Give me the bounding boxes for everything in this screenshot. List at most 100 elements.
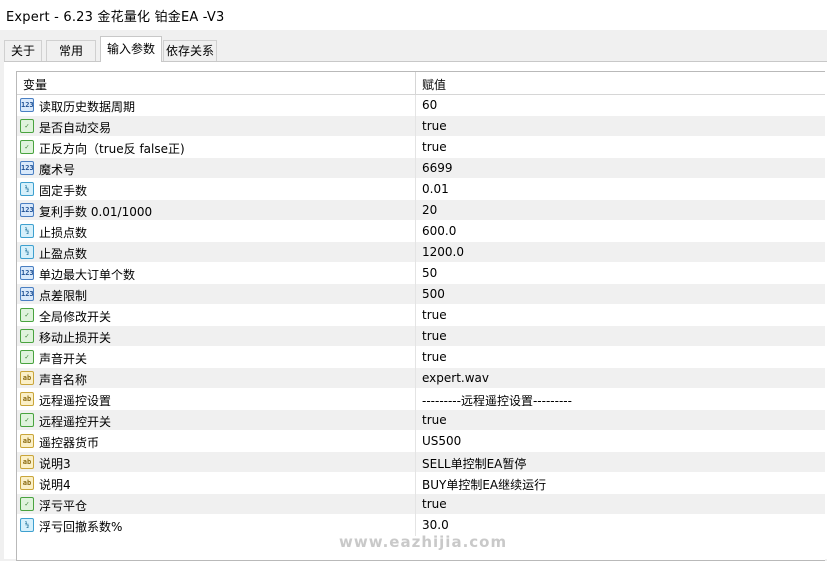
parameter-value[interactable]: 20 — [422, 203, 437, 217]
table-row[interactable]: ✓ 远程遥控开关 true — [17, 410, 825, 431]
table-row[interactable]: ab 说明3 SELL单控制EA暂停 — [17, 452, 825, 473]
parameter-name: 遥控器货币 — [39, 436, 100, 450]
parameter-name: 止盈点数 — [39, 247, 88, 261]
parameter-name: 止损点数 — [39, 226, 88, 240]
double-type-icon: ½ — [20, 224, 34, 238]
parameter-value[interactable]: expert.wav — [422, 371, 489, 385]
string-type-icon: ab — [20, 476, 34, 490]
int-type-icon: 123 — [20, 98, 34, 112]
int-type-icon: 123 — [20, 203, 34, 217]
bool-type-icon: ✓ — [20, 308, 34, 322]
tab-common[interactable]: 常用 — [46, 40, 96, 61]
parameter-value[interactable]: 0.01 — [422, 182, 449, 196]
table-row[interactable]: ✓ 声音开关 true — [17, 347, 825, 368]
parameter-name: 全局修改开关 — [39, 310, 112, 324]
int-type-icon: 123 — [20, 161, 34, 175]
table-row[interactable]: ✓ 正反方向（true反 false正) true — [17, 137, 825, 158]
cell-divider — [415, 326, 416, 347]
table-row[interactable]: ab 遥控器货币 US500 — [17, 431, 825, 452]
parameter-name: 声音名称 — [39, 373, 88, 387]
parameter-value[interactable]: 60 — [422, 98, 437, 112]
tab-about[interactable]: 关于 — [4, 40, 42, 61]
parameter-value[interactable]: true — [422, 497, 447, 511]
bool-type-icon: ✓ — [20, 497, 34, 511]
parameter-name: 复利手数 0.01/1000 — [39, 205, 153, 219]
parameter-value[interactable]: 500 — [422, 287, 445, 301]
cell-divider — [415, 368, 416, 389]
table-row[interactable]: ab 远程遥控设置 ---------远程遥控设置--------- — [17, 389, 825, 410]
parameter-name: 远程遥控开关 — [39, 415, 112, 429]
column-header-value[interactable]: 赋值 — [422, 76, 446, 93]
parameter-value[interactable]: true — [422, 350, 447, 364]
string-type-icon: ab — [20, 455, 34, 469]
table-row[interactable]: 123 单边最大订单个数 50 — [17, 263, 825, 284]
parameter-value[interactable]: 50 — [422, 266, 437, 280]
tab-panel: 变量 赋值 123 读取历史数据周期 60 ✓ 是否自动交易 true ✓ 正反方向（true… — [4, 61, 827, 561]
cell-divider — [415, 242, 416, 263]
tab-bar: 关于 常用 输入参数 依存关系 — [0, 36, 827, 62]
cell-divider — [415, 200, 416, 221]
bool-type-icon: ✓ — [20, 119, 34, 133]
parameter-value[interactable]: true — [422, 119, 447, 133]
parameters-table: 变量 赋值 123 读取历史数据周期 60 ✓ 是否自动交易 true ✓ 正反方向（true… — [16, 71, 825, 561]
table-body: 123 读取历史数据周期 60 ✓ 是否自动交易 true ✓ 正反方向（true反 fals… — [17, 95, 825, 536]
cell-divider — [415, 494, 416, 515]
cell-divider — [415, 137, 416, 158]
table-header: 变量 赋值 — [17, 72, 825, 95]
parameter-value[interactable]: 1200.0 — [422, 245, 464, 259]
cell-divider — [415, 305, 416, 326]
parameter-value[interactable]: true — [422, 308, 447, 322]
table-row[interactable]: ab 说明4 BUY单控制EA继续运行 — [17, 473, 825, 494]
parameter-name: 说明3 — [39, 457, 71, 471]
parameter-name: 魔术号 — [39, 163, 76, 177]
cell-divider — [415, 95, 416, 116]
parameter-name: 读取历史数据周期 — [39, 100, 136, 114]
bool-type-icon: ✓ — [20, 140, 34, 154]
parameter-value[interactable]: true — [422, 140, 447, 154]
table-row[interactable]: 123 点差限制 500 — [17, 284, 825, 305]
parameter-name: 是否自动交易 — [39, 121, 112, 135]
table-row[interactable]: 123 读取历史数据周期 60 — [17, 95, 825, 116]
cell-divider — [415, 179, 416, 200]
parameter-value[interactable]: SELL单控制EA暂停 — [422, 455, 526, 472]
table-row[interactable]: ½ 止损点数 600.0 — [17, 221, 825, 242]
table-row[interactable]: ½ 固定手数 0.01 — [17, 179, 825, 200]
table-row[interactable]: ½ 止盈点数 1200.0 — [17, 242, 825, 263]
bool-type-icon: ✓ — [20, 350, 34, 364]
parameter-name: 点差限制 — [39, 289, 88, 303]
parameter-name: 说明4 — [39, 478, 71, 492]
cell-divider — [415, 158, 416, 179]
table-row[interactable]: 123 魔术号 6699 — [17, 158, 825, 179]
parameter-value[interactable]: 6699 — [422, 161, 453, 175]
parameter-value[interactable]: 30.0 — [422, 518, 449, 532]
parameter-name: 正反方向（true反 false正) — [39, 142, 185, 156]
string-type-icon: ab — [20, 434, 34, 448]
table-row[interactable]: ✓ 是否自动交易 true — [17, 116, 825, 137]
parameter-value[interactable]: BUY单控制EA继续运行 — [422, 476, 546, 493]
column-divider[interactable] — [415, 72, 416, 94]
int-type-icon: 123 — [20, 266, 34, 280]
double-type-icon: ½ — [20, 182, 34, 196]
double-type-icon: ½ — [20, 245, 34, 259]
parameter-name: 远程遥控设置 — [39, 394, 112, 408]
table-row[interactable]: ✓ 全局修改开关 true — [17, 305, 825, 326]
table-row[interactable]: 123 复利手数 0.01/1000 20 — [17, 200, 825, 221]
parameter-value[interactable]: ---------远程遥控设置--------- — [422, 392, 572, 409]
window-title: Expert - 6.23 金花量化 铂金EA -V3 — [6, 10, 225, 25]
parameter-name: 浮亏回撤系数% — [39, 520, 123, 534]
parameter-name: 移动止损开关 — [39, 331, 112, 345]
parameter-value[interactable]: true — [422, 413, 447, 427]
string-type-icon: ab — [20, 392, 34, 406]
tab-inputs[interactable]: 输入参数 — [100, 36, 162, 62]
table-row[interactable]: ✓ 浮亏平仓 true — [17, 494, 825, 515]
parameter-value[interactable]: US500 — [422, 434, 461, 448]
tab-dependencies[interactable]: 依存关系 — [163, 40, 217, 61]
table-row[interactable]: ab 声音名称 expert.wav — [17, 368, 825, 389]
column-header-variable[interactable]: 变量 — [23, 76, 47, 93]
parameter-name: 浮亏平仓 — [39, 499, 88, 513]
parameter-name: 声音开关 — [39, 352, 88, 366]
parameter-value[interactable]: true — [422, 329, 447, 343]
table-row[interactable]: ✓ 移动止损开关 true — [17, 326, 825, 347]
double-type-icon: ½ — [20, 518, 34, 532]
parameter-value[interactable]: 600.0 — [422, 224, 456, 238]
